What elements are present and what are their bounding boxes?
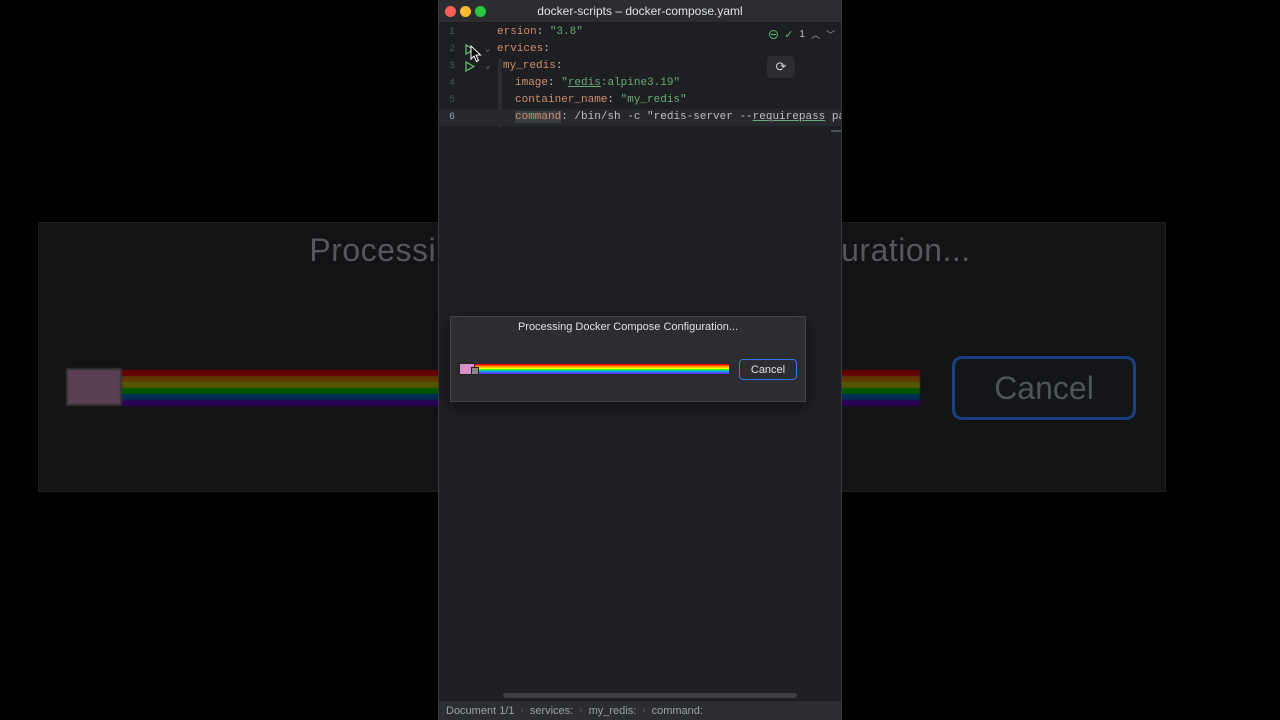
dialog-title: Processing Docker Compose Configuration.… <box>517 321 739 333</box>
line-number: 5 <box>448 95 455 106</box>
progress-bar <box>475 364 729 374</box>
breadcrumb-document[interactable]: Document 1/1 <box>446 705 514 717</box>
background-cancel-button: Cancel <box>952 356 1136 420</box>
no-problems-icon <box>769 30 779 39</box>
breadcrumb-separator-icon: › <box>520 705 524 716</box>
inspection-widget[interactable]: ✓ 1 ︿ ﹀ <box>769 28 835 41</box>
breadcrumb-separator-icon: › <box>642 705 646 716</box>
check-icon: ✓ <box>784 29 794 41</box>
fold-chevron-icon[interactable]: ⌄ <box>485 41 490 58</box>
line-number: 1 <box>448 27 455 38</box>
cancel-button[interactable]: Cancel <box>739 359 797 380</box>
progress-dialog: Processing Docker Compose Configuration.… <box>450 316 806 402</box>
line-text: ervices: <box>497 43 550 55</box>
breadcrumb-services[interactable]: services: <box>530 705 573 717</box>
refresh-icon: ⟳ <box>775 59 787 74</box>
line-number: 2 <box>448 44 455 55</box>
mouse-cursor-icon <box>470 45 482 63</box>
line-text: container_name: "my_redis" <box>515 94 687 106</box>
breadcrumb-separator-icon: › <box>579 705 583 716</box>
line-text: ersion: "3.8" <box>497 26 583 38</box>
nyan-cat-icon <box>459 363 479 375</box>
background-nyan-cat-icon <box>66 368 122 406</box>
chevron-down-icon[interactable]: ﹀ <box>826 28 835 41</box>
line-number: 3 <box>448 61 455 72</box>
chevron-up-icon[interactable]: ︿ <box>811 28 820 41</box>
minimize-window-button[interactable] <box>460 6 471 17</box>
breadcrumb-my-redis[interactable]: my_redis: <box>589 705 637 717</box>
scroll-marker <box>831 130 841 132</box>
maximize-window-button[interactable] <box>475 6 486 17</box>
reload-sync-button[interactable]: ⟳ <box>767 56 795 78</box>
line-text: command: /bin/sh -c "redis-server --requ… <box>515 111 841 123</box>
window-title: docker-scripts – docker-compose.yaml <box>537 4 743 18</box>
fold-chevron-icon[interactable]: ⌄ <box>485 58 490 75</box>
horizontal-scrollbar[interactable] <box>503 693 797 698</box>
breadcrumb-command[interactable]: command: <box>652 705 703 717</box>
breadcrumb: Document 1/1 › services: › my_redis: › c… <box>439 700 841 720</box>
code-line-6[interactable]: 6 command: /bin/sh -c "redis-server --re… <box>439 109 841 126</box>
line-number: 4 <box>448 78 455 89</box>
line-text: image: "redis:alpine3.19" <box>515 77 681 89</box>
window-controls <box>445 6 486 17</box>
code-line-5[interactable]: 5 container_name: "my_redis" <box>439 92 841 109</box>
inspection-count: 1 <box>799 29 805 40</box>
close-window-button[interactable] <box>445 6 456 17</box>
title-bar: docker-scripts – docker-compose.yaml <box>439 0 841 23</box>
line-text: my_redis: <box>503 60 563 72</box>
line-number: 6 <box>448 112 455 123</box>
